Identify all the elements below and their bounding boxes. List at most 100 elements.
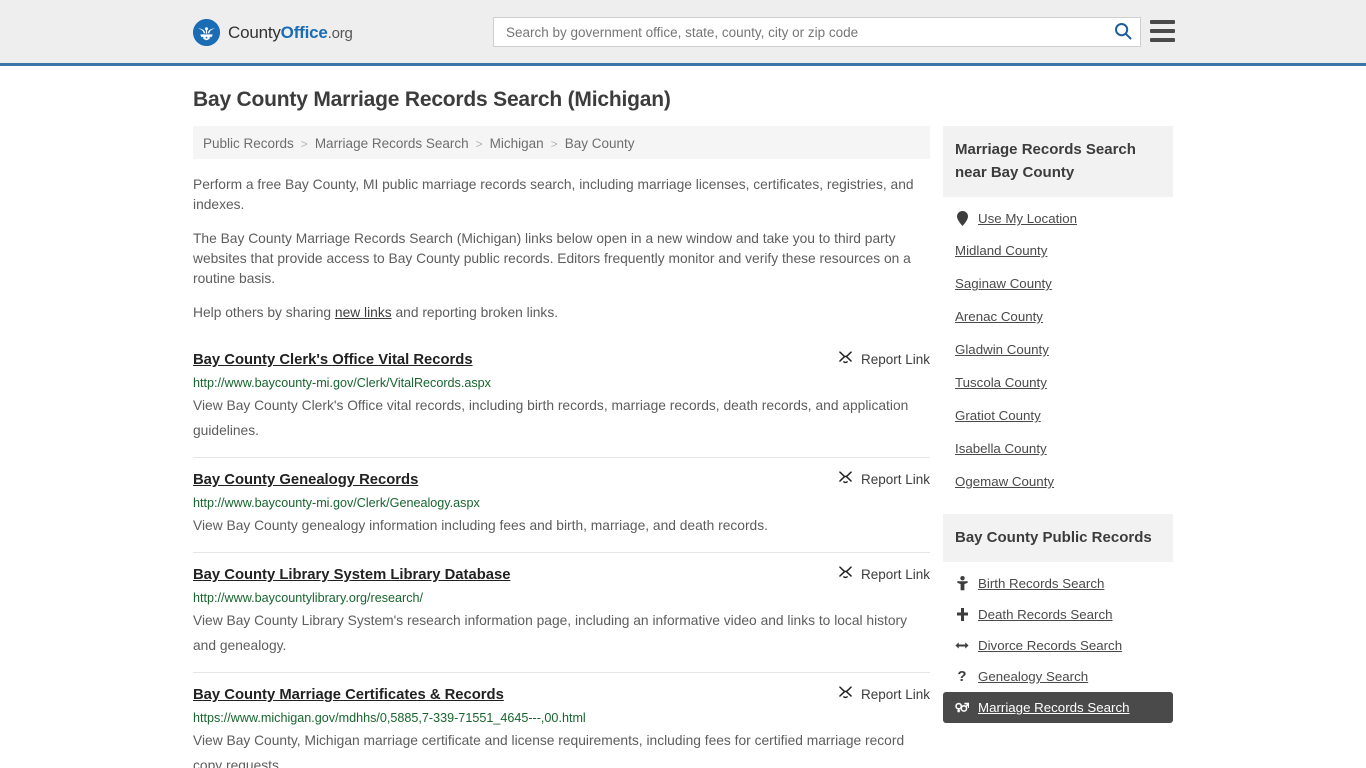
intro-paragraph-3: Help others by sharing new links and rep…: [193, 303, 915, 323]
brand-text-org: .org: [327, 25, 353, 42]
result-header: Bay County Library System Library Databa…: [193, 566, 930, 584]
result-url: http://www.baycounty-mi.gov/Clerk/VitalR…: [193, 376, 491, 390]
result-item: Bay County Clerk's Office Vital Records: [193, 343, 930, 457]
sidebar-item-ogemaw-county[interactable]: Ogemaw County: [943, 465, 1173, 498]
sidebar-county-label: Gratiot County: [955, 408, 1041, 423]
broken-link-icon: [838, 565, 853, 583]
result-header: Bay County Clerk's Office Vital Records: [193, 351, 930, 369]
site-header: CountyOffice.org: [0, 0, 1366, 66]
search-button[interactable]: [1106, 18, 1140, 46]
sidebar-public-records-label: Birth Records Search: [978, 576, 1105, 591]
breadcrumb-item-bay-county[interactable]: Bay County: [565, 136, 635, 151]
sidebar-item-tuscola-county[interactable]: Tuscola County: [943, 366, 1173, 399]
report-link-button[interactable]: Report Link: [822, 350, 930, 368]
breadcrumb-separator: >: [475, 136, 483, 151]
result-item: Bay County Library System Library Databa…: [193, 552, 930, 672]
eagle-shield-logo-icon: [193, 19, 220, 46]
sidebar-item-arenac-county[interactable]: Arenac County: [943, 300, 1173, 333]
brand-text-office: Office: [280, 23, 328, 42]
sidebar-county-label: Isabella County: [955, 441, 1047, 456]
result-url: https://www.michigan.gov/mdhhs/0,5885,7-…: [193, 711, 586, 725]
result-title-link[interactable]: Bay County Clerk's Office Vital Records: [193, 351, 473, 369]
sidebar-county-label: Saginaw County: [955, 276, 1052, 291]
main-column: Public Records > Marriage Records Search…: [193, 126, 930, 768]
brand-text-county: County: [228, 23, 281, 42]
report-link-button[interactable]: Report Link: [822, 565, 930, 583]
result-description: View Bay County genealogy information in…: [193, 518, 768, 533]
intro-p3-after: and reporting broken links.: [391, 305, 559, 320]
sidebar-county-label: Midland County: [955, 243, 1048, 258]
sidebar-item-marriage-records-search[interactable]: Marriage Records Search: [943, 692, 1173, 723]
intro-paragraph-2: The Bay County Marriage Records Search (…: [193, 231, 911, 286]
left-right-arrow-icon: [955, 640, 969, 651]
sidebar-public-records-label: Divorce Records Search: [978, 638, 1123, 653]
sidebar-public-records-list: Birth Records Search Death Records Searc…: [943, 562, 1173, 725]
sidebar-public-records-box: Bay County Public Records Birth Records …: [943, 514, 1173, 725]
sidebar-item-divorce-records-search[interactable]: Divorce Records Search: [943, 630, 1173, 661]
intro-paragraph-1: Perform a free Bay County, MI public mar…: [193, 177, 914, 212]
hamburger-menu-icon[interactable]: [1150, 20, 1175, 42]
report-link-button[interactable]: Report Link: [822, 470, 930, 488]
result-description: View Bay County Library System's researc…: [193, 613, 908, 653]
result-item: Bay County Genealogy Records Report Link…: [193, 457, 930, 552]
sidebar-nearby-list: Use My Location Midland County Saginaw C…: [943, 197, 1173, 500]
sidebar-public-records-label: Genealogy Search: [978, 669, 1089, 684]
question-mark-icon: ?: [957, 668, 967, 685]
map-pin-icon: [955, 211, 969, 226]
sidebar-public-records-heading: Bay County Public Records: [943, 514, 1173, 562]
report-link-label: Report Link: [860, 471, 930, 487]
sidebar-nearby-heading: Marriage Records Search near Bay County: [943, 126, 1173, 197]
site-logo[interactable]: CountyOffice.org: [193, 19, 353, 46]
breadcrumb-item-marriage-records-search[interactable]: Marriage Records Search: [315, 136, 469, 151]
broken-link-icon: [838, 685, 853, 703]
breadcrumb-separator: >: [550, 136, 558, 151]
report-link-label: Report Link: [860, 351, 930, 367]
results-list: Bay County Clerk's Office Vital Records: [193, 343, 930, 768]
search-bar: [493, 17, 1141, 47]
breadcrumb-item-michigan[interactable]: Michigan: [490, 136, 544, 151]
sidebar-item-gladwin-county[interactable]: Gladwin County: [943, 333, 1173, 366]
sidebar-item-genealogy-search[interactable]: ? Genealogy Search: [943, 661, 1173, 692]
breadcrumb-item-public-records[interactable]: Public Records: [203, 136, 294, 151]
sidebar-item-birth-records-search[interactable]: Birth Records Search: [943, 568, 1173, 599]
broken-link-icon: [838, 350, 853, 368]
new-links-link[interactable]: new links: [335, 305, 392, 320]
result-description: View Bay County Clerk's Office vital rec…: [193, 398, 909, 438]
sidebar-use-my-location-label: Use My Location: [978, 211, 1078, 226]
sidebar-item-gratiot-county[interactable]: Gratiot County: [943, 399, 1173, 432]
breadcrumb-separator: >: [300, 136, 308, 151]
search-icon: [1114, 22, 1132, 43]
sidebar-item-saginaw-county[interactable]: Saginaw County: [943, 267, 1173, 300]
sidebar-item-midland-county[interactable]: Midland County: [943, 234, 1173, 267]
search-input[interactable]: [494, 19, 1106, 45]
hamburger-bar-2: [1150, 29, 1175, 33]
result-title-link[interactable]: Bay County Marriage Certificates & Recor…: [193, 686, 504, 704]
sidebar-item-use-my-location[interactable]: Use My Location: [943, 203, 1173, 234]
sidebar-item-isabella-county[interactable]: Isabella County: [943, 432, 1173, 465]
sidebar-public-records-label: Death Records Search: [978, 607, 1113, 622]
result-url: http://www.baycounty-mi.gov/Clerk/Geneal…: [193, 496, 480, 510]
sidebar-nearby-box: Marriage Records Search near Bay County …: [943, 126, 1173, 500]
intro-p3-before: Help others by sharing: [193, 305, 335, 320]
result-header: Bay County Marriage Certificates & Recor…: [193, 686, 930, 704]
hamburger-bar-1: [1150, 20, 1175, 24]
cross-icon: [955, 607, 969, 622]
venus-mars-icon: [955, 701, 969, 714]
report-link-button[interactable]: Report Link: [822, 685, 930, 703]
sidebar-county-label: Ogemaw County: [955, 474, 1055, 489]
breadcrumb: Public Records > Marriage Records Search…: [193, 126, 930, 159]
sidebar-public-records-label: Marriage Records Search: [978, 700, 1130, 715]
sidebar-item-death-records-search[interactable]: Death Records Search: [943, 599, 1173, 630]
result-url: http://www.baycountylibrary.org/research…: [193, 591, 424, 605]
result-item: Bay County Marriage Certificates & Recor…: [193, 672, 930, 768]
result-title-link[interactable]: Bay County Genealogy Records: [193, 471, 418, 489]
broken-link-icon: [838, 470, 853, 488]
sidebar: Marriage Records Search near Bay County …: [943, 126, 1173, 739]
baby-icon: [955, 576, 969, 591]
sidebar-county-label: Tuscola County: [955, 375, 1047, 390]
sidebar-county-label: Gladwin County: [955, 342, 1049, 357]
report-link-label: Report Link: [860, 566, 930, 582]
hamburger-bar-3: [1150, 38, 1175, 42]
result-title-link[interactable]: Bay County Library System Library Databa…: [193, 566, 510, 584]
intro-section: Perform a free Bay County, MI public mar…: [193, 175, 930, 323]
